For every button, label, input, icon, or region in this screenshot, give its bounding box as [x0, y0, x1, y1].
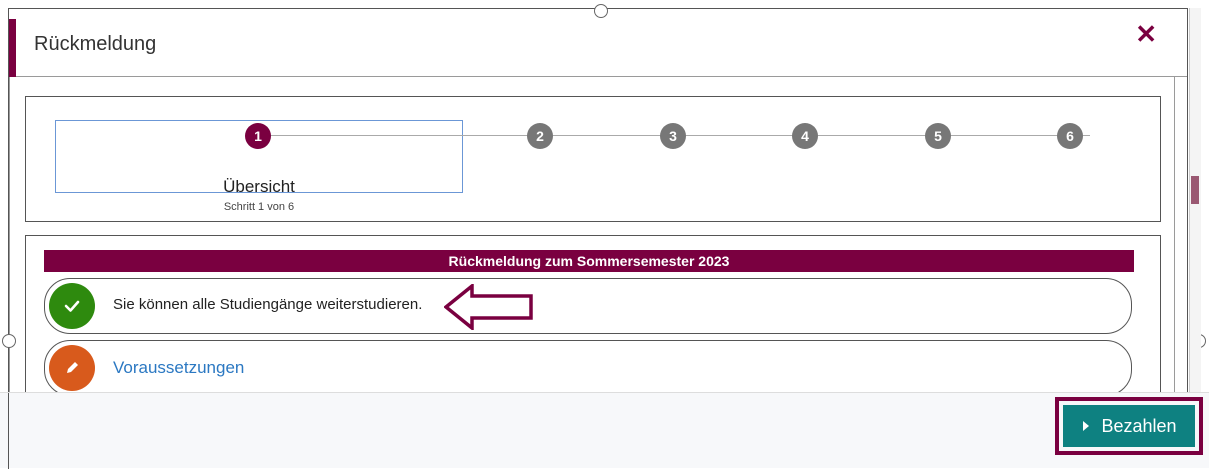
- step-4-circle[interactable]: 4: [792, 123, 818, 149]
- pay-button-highlight: Bezahlen: [1055, 397, 1203, 455]
- resize-handle-top[interactable]: [594, 4, 608, 18]
- step-2-circle[interactable]: 2: [527, 123, 553, 149]
- dialog-title: Rückmeldung: [34, 33, 157, 55]
- pay-button[interactable]: Bezahlen: [1063, 405, 1195, 447]
- background-scrollbar[interactable]: [1189, 8, 1201, 392]
- dialog-footer: [0, 392, 1209, 469]
- close-icon[interactable]: ✕: [1135, 19, 1157, 50]
- section-title: Rückmeldung zum Sommersemester 2023: [44, 250, 1134, 272]
- step-6-circle[interactable]: 6: [1057, 123, 1083, 149]
- rueckmeldung-dialog: Rückmeldung ✕ Übersicht Schritt 1 von 6 …: [8, 8, 1188, 392]
- step-5-circle[interactable]: 5: [925, 123, 951, 149]
- step-1-circle[interactable]: 1: [245, 123, 271, 149]
- resize-handle-left[interactable]: [2, 334, 16, 348]
- pencil-icon: [49, 345, 95, 391]
- status-item-continue: Sie können alle Studiengänge weiterstudi…: [44, 278, 1132, 334]
- annotation-arrow-icon: [444, 284, 533, 330]
- pay-button-label: Bezahlen: [1101, 415, 1177, 436]
- step-subtitle: Schritt 1 von 6: [223, 201, 295, 213]
- footer-border: [8, 393, 9, 469]
- step-wizard: Übersicht Schritt 1 von 6 1 2 3 4 5 6: [25, 96, 1161, 222]
- scrollbar-thumb[interactable]: [1191, 176, 1199, 204]
- step-title: Übersicht: [223, 177, 295, 196]
- prerequisites-link[interactable]: Voraussetzungen: [113, 358, 244, 378]
- step-3-circle[interactable]: 3: [660, 123, 686, 149]
- status-item-prerequisites[interactable]: Voraussetzungen: [44, 340, 1132, 392]
- content-panel: Rückmeldung zum Sommersemester 2023 Sie …: [25, 235, 1161, 392]
- status-text: Sie können alle Studiengänge weiterstudi…: [113, 296, 423, 313]
- check-icon: [49, 283, 95, 329]
- dialog-header: Rückmeldung ✕: [9, 9, 1187, 77]
- caret-right-icon: [1081, 416, 1091, 437]
- header-accent-bar: [9, 19, 16, 77]
